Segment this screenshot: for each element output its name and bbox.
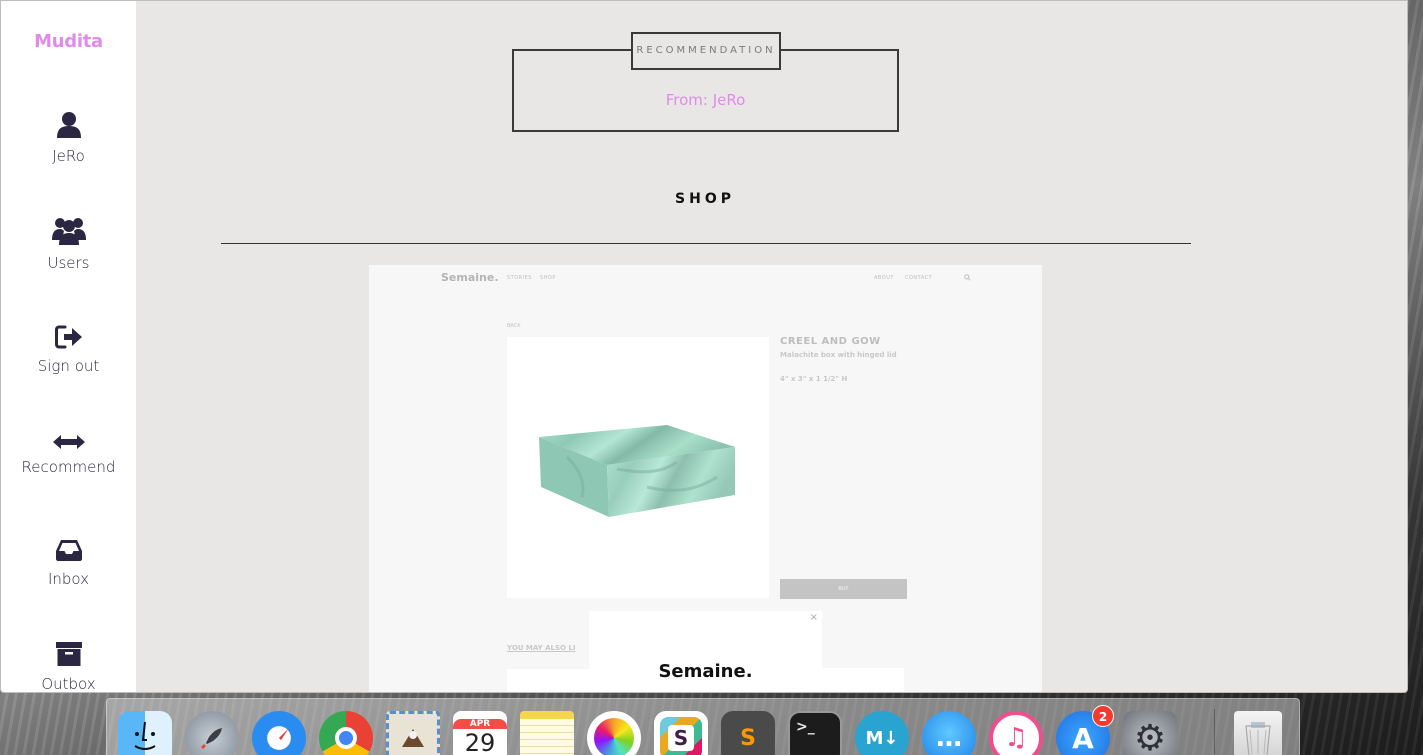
dock-separator <box>1214 709 1215 754</box>
main-content: RECOMMENDATION From: JeRo SHOP Semaine. … <box>136 1 1407 692</box>
preview-related-thumb <box>822 668 904 692</box>
preview-nav-shop: SHOP <box>540 275 556 281</box>
preview-search-icon <box>964 274 971 281</box>
sidebar-item-label: Recommend <box>21 458 116 476</box>
sidebar-item-label: Users <box>47 254 90 272</box>
user-icon <box>56 112 81 138</box>
sidebar: Mudita JeRo Users Sign out Recommend Inb… <box>1 1 136 693</box>
photos-icon[interactable] <box>587 711 641 755</box>
calendar-icon[interactable]: APR 29 <box>453 711 507 755</box>
calendar-month: APR <box>453 719 507 729</box>
notification-badge: 2 <box>1092 705 1114 727</box>
recommendation-tag: RECOMMENDATION <box>631 32 781 70</box>
preview-related-thumb <box>507 669 589 692</box>
sidebar-item-label: Outbox <box>41 675 96 693</box>
preview-popup-logo: Semaine. <box>658 661 753 682</box>
preview-buy-button: BUY <box>780 579 907 599</box>
preview-product-description: Malachite box with hinged lid <box>780 351 897 359</box>
music-icon[interactable]: ♫ <box>989 711 1043 755</box>
app-window: Mudita JeRo Users Sign out Recommend Inb… <box>0 0 1408 693</box>
rocket-icon[interactable] <box>185 711 239 755</box>
users-icon <box>51 218 86 245</box>
sublime-icon[interactable]: S <box>721 711 775 755</box>
preview-product-image <box>507 337 769 598</box>
preview-back-link: BACK <box>507 323 521 329</box>
sidebar-item-label: Sign out <box>37 357 100 375</box>
archive-icon <box>55 642 82 666</box>
notes-icon[interactable] <box>520 711 574 755</box>
slack-icon[interactable]: S <box>654 711 708 755</box>
sidebar-item-label: JeRo <box>52 147 85 165</box>
compass-icon[interactable] <box>252 711 306 755</box>
preview-newsletter-popup: × Semaine. <box>589 611 822 692</box>
app-brand-logo[interactable]: Mudita <box>1 31 136 52</box>
preview-nav-contact: CONTACT <box>905 275 933 281</box>
section-divider <box>221 243 1191 244</box>
close-icon: × <box>809 612 818 623</box>
preview-nav-stories: STORIES <box>507 275 532 281</box>
shop-page-preview[interactable]: Semaine. STORIES SHOP ABOUT CONTACT BACK <box>369 265 1042 692</box>
markdown-icon[interactable]: M↓ <box>855 711 909 755</box>
preview-product-brand: CREEL AND GOW <box>780 336 881 347</box>
dock: APR 29 S S >_ M↓ … ♫ A 2 ⚙ <box>106 698 1300 755</box>
preview-nav-about: ABOUT <box>874 275 894 281</box>
stamp-icon[interactable] <box>386 711 440 755</box>
gear-icon[interactable]: ⚙ <box>1123 711 1177 755</box>
sidebar-item-outbox[interactable]: Outbox <box>1 641 136 693</box>
recommendation-from[interactable]: From: JeRo <box>512 91 899 109</box>
preview-also-like: YOU MAY ALSO LI <box>507 644 576 652</box>
preview-logo: Semaine. <box>441 271 499 284</box>
sidebar-item-users[interactable]: Users <box>1 216 136 272</box>
finder-icon[interactable] <box>118 711 172 755</box>
chrome-icon[interactable] <box>319 711 373 755</box>
section-title: SHOP <box>675 191 735 207</box>
arrows-horizontal-icon <box>52 435 85 449</box>
preview-product-dimensions: 4" x 3" x 1 1/2" H <box>780 375 848 383</box>
malachite-box-image <box>539 425 735 517</box>
sign-out-icon <box>54 325 82 349</box>
app-store-icon[interactable]: A 2 <box>1056 705 1114 755</box>
terminal-icon[interactable]: >_ <box>788 711 842 755</box>
messages-icon[interactable]: … <box>922 711 976 755</box>
inbox-icon <box>55 540 82 561</box>
sidebar-item-label: Inbox <box>47 570 90 588</box>
sidebar-item-profile[interactable]: JeRo <box>1 111 136 165</box>
sidebar-item-inbox[interactable]: Inbox <box>1 538 136 588</box>
calendar-day: 29 <box>464 729 496 755</box>
trash-icon[interactable] <box>1234 711 1282 755</box>
app-store-glyph: A <box>1072 721 1094 755</box>
sidebar-item-recommend[interactable]: Recommend <box>1 434 136 476</box>
sidebar-item-sign-out[interactable]: Sign out <box>1 325 136 375</box>
